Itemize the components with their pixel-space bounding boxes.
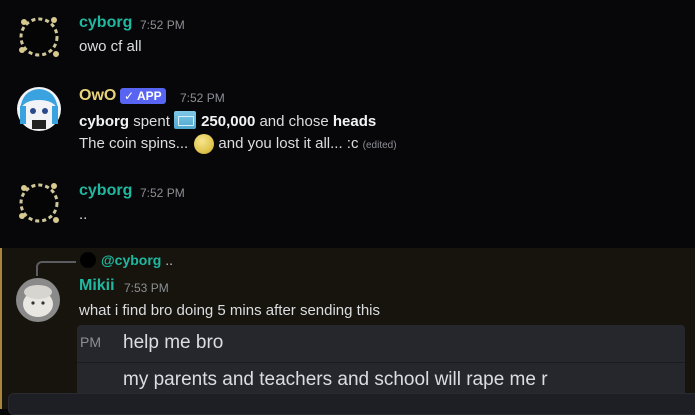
embed-line-2: my parents and teachers and school will … [123, 369, 548, 390]
reply-snippet: .. [165, 252, 173, 268]
message-line-1: cyborg spent 250,000 and chose heads [79, 111, 376, 130]
text-spent: spent [133, 113, 170, 130]
author-name[interactable]: OwO [79, 87, 116, 105]
author-name[interactable]: Mikii [79, 277, 115, 295]
checkmark-icon: ✓ [124, 89, 135, 103]
avatar-mikii[interactable] [16, 278, 60, 322]
reply-author[interactable]: @cyborg [101, 252, 161, 268]
embed-pm-label: PM [80, 334, 101, 350]
avatar-cyborg[interactable] [14, 12, 64, 62]
embed-divider [77, 362, 685, 363]
reply-preview[interactable]: @cyborg .. [101, 252, 173, 268]
avatar-cyborg[interactable] [14, 178, 64, 228]
message-text: .. [79, 206, 88, 223]
message-text: owo cf all [79, 38, 142, 55]
edited-label: (edited) [362, 139, 397, 151]
embed-line-1: help me bro [123, 332, 224, 353]
amount: 250,000 [201, 113, 256, 130]
mention-user: cyborg [79, 113, 130, 130]
app-badge-label: APP [136, 89, 162, 103]
timestamp: 7:52 PM [180, 91, 225, 105]
author-name[interactable]: cyborg [79, 14, 132, 32]
message-composer[interactable] [8, 393, 695, 415]
message-line-2: The coin spins... and you lost it all...… [79, 134, 397, 154]
text-coin-spins: The coin spins... [79, 134, 189, 152]
timestamp: 7:52 PM [140, 18, 185, 32]
avatar-owo[interactable] [14, 84, 64, 134]
author-name[interactable]: cyborg [79, 182, 132, 200]
timestamp: 7:53 PM [124, 281, 169, 295]
text-result: and you lost it all... :c [218, 134, 359, 152]
cowoncy-icon [174, 111, 197, 129]
coin-icon [194, 134, 215, 154]
app-badge: ✓ APP [120, 88, 166, 104]
reply-avatar [80, 252, 96, 268]
timestamp: 7:52 PM [140, 186, 185, 200]
choice: heads [332, 113, 377, 130]
reply-connector [36, 261, 76, 276]
message-text: what i find bro doing 5 mins after sendi… [79, 302, 381, 319]
text-chose: and chose [259, 113, 329, 130]
mention-highlight-bar [0, 248, 2, 409]
